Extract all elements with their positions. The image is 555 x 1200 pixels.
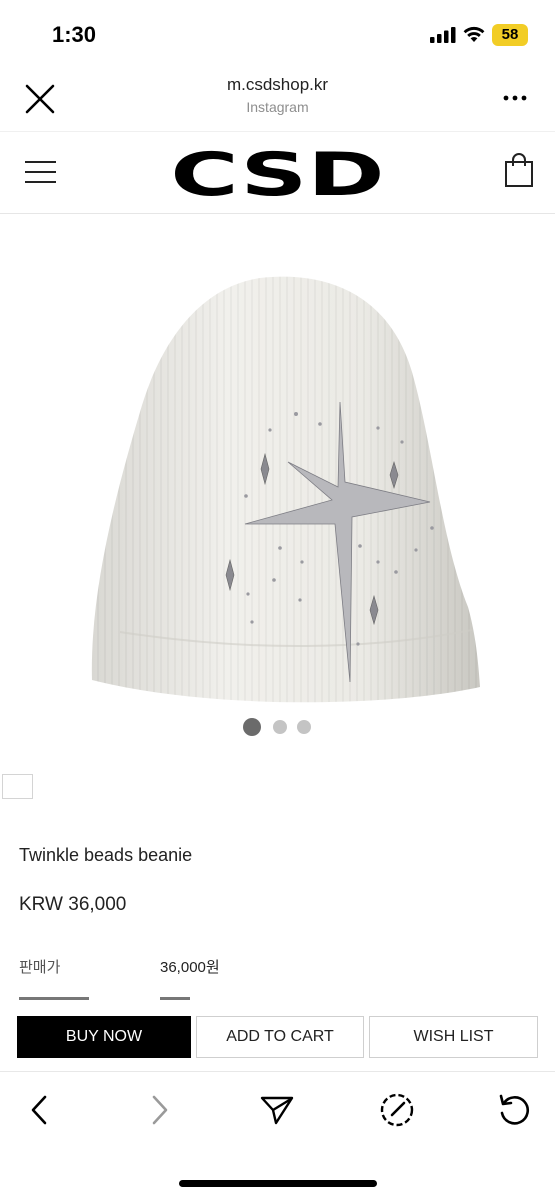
site-logo[interactable]: CSD (80, 136, 475, 210)
color-swatch[interactable] (2, 774, 33, 799)
browser-url: m.csdshop.kr (226, 75, 329, 94)
shopping-bag-icon[interactable] (504, 152, 534, 188)
reload-icon[interactable] (496, 1092, 532, 1128)
product-price: KRW 36,000 (19, 894, 127, 915)
purchase-actions: BUY NOW ADD TO CART WISH LIST (0, 1003, 555, 1071)
status-bar: 1:30 58 (0, 0, 555, 64)
product-name: Twinkle beads beanie (19, 845, 193, 865)
more-icon[interactable] (500, 86, 530, 110)
chevron-right-icon[interactable] (141, 1092, 177, 1128)
browser-source: Instagram (246, 99, 309, 115)
status-time: 1:30 (52, 22, 97, 47)
carousel-dot[interactable] (273, 720, 287, 734)
shipping-value-partial (160, 995, 200, 1003)
product-image[interactable] (60, 262, 500, 712)
menu-icon[interactable] (24, 160, 57, 184)
battery-indicator: 58 (492, 24, 528, 46)
site-header: CSD (0, 132, 555, 214)
home-indicator (179, 1180, 377, 1187)
image-carousel-dots (243, 718, 323, 736)
sale-price-value: 36,000원 (160, 959, 220, 976)
wifi-icon (463, 26, 485, 42)
signal-icon (430, 27, 456, 43)
carousel-dot[interactable] (243, 718, 261, 736)
send-icon[interactable] (259, 1092, 295, 1128)
shipping-label-partial (19, 995, 99, 1003)
carousel-dot[interactable] (297, 720, 311, 734)
compass-icon[interactable] (379, 1092, 415, 1128)
sale-price-label: 판매가 (19, 959, 61, 976)
add-to-cart-button[interactable]: ADD TO CART (196, 1016, 364, 1058)
buy-now-button[interactable]: BUY NOW (17, 1016, 191, 1058)
chevron-left-icon[interactable] (22, 1092, 58, 1128)
wish-list-button[interactable]: WISH LIST (369, 1016, 538, 1058)
browser-header: m.csdshop.kr Instagram (0, 64, 555, 132)
